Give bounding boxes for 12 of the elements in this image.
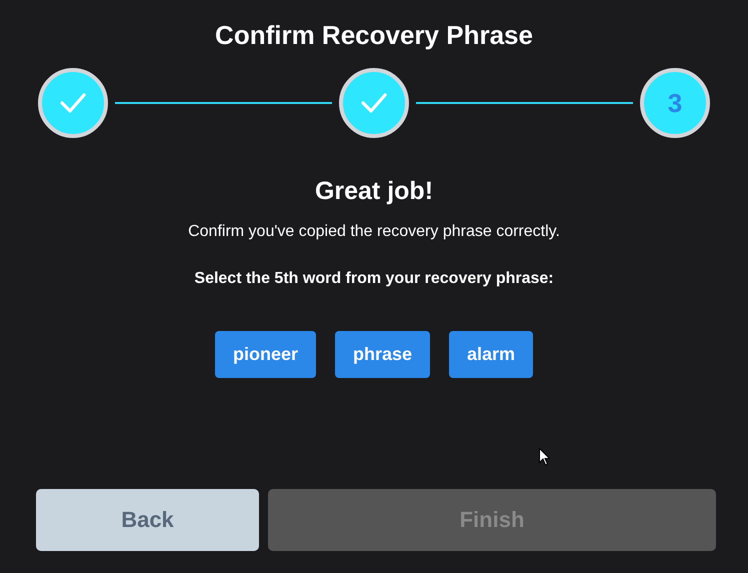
word-option[interactable]: alarm — [449, 331, 534, 378]
message: Confirm you've copied the recovery phrase correctly. — [188, 222, 560, 242]
word-option[interactable]: pioneer — [214, 331, 316, 378]
cursor-icon — [539, 448, 550, 466]
step-number: 3 — [668, 88, 682, 118]
check-icon — [360, 92, 388, 114]
page-title: Confirm Recovery Phrase — [215, 19, 533, 51]
back-button[interactable]: Back — [36, 489, 259, 551]
heading: Great job! — [314, 176, 434, 206]
check-icon — [59, 92, 87, 114]
prompt: Select the 5th word from your recovery phrase: — [194, 269, 554, 289]
word-option[interactable]: phrase — [334, 331, 430, 378]
